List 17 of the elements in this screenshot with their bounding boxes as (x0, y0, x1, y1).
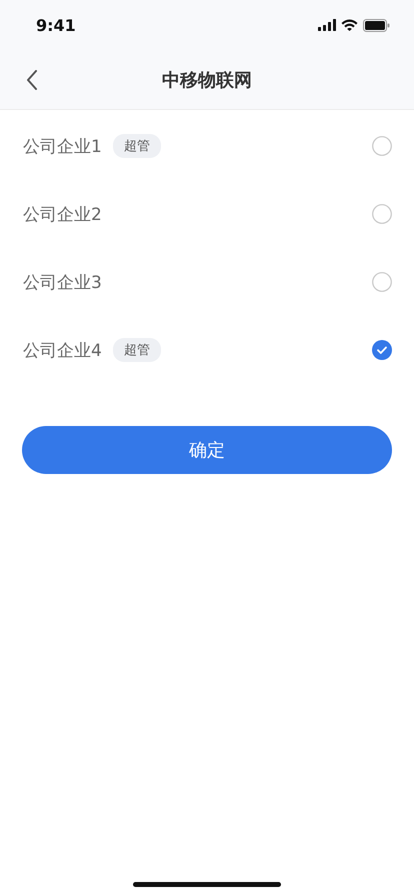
radio-button[interactable] (372, 204, 392, 224)
role-tag: 超管 (112, 338, 161, 362)
role-tag: 超管 (112, 134, 161, 158)
company-name: 公司企业4 (23, 340, 102, 362)
company-name: 公司企业1 (23, 136, 102, 158)
radio-button[interactable] (372, 340, 392, 360)
company-name: 公司企业2 (23, 204, 102, 226)
page-title: 中移物联网 (162, 68, 252, 92)
status-time: 9:41 (36, 16, 76, 34)
back-icon[interactable] (26, 70, 38, 90)
signal-icon (318, 19, 336, 31)
wifi-icon (341, 19, 358, 31)
confirm-button[interactable]: 确定 (22, 426, 392, 474)
battery-icon (363, 18, 390, 32)
company-name: 公司企业3 (23, 272, 102, 294)
radio-button[interactable] (372, 272, 392, 292)
radio-button[interactable] (372, 136, 392, 156)
